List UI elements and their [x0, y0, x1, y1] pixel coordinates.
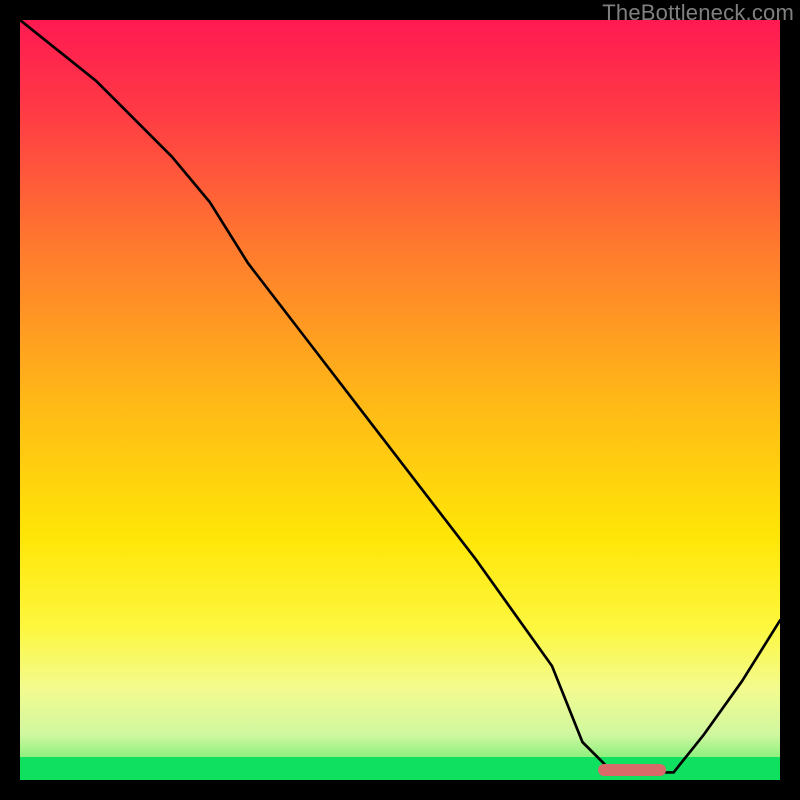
chart-frame: TheBottleneck.com [0, 0, 800, 800]
watermark-text: TheBottleneck.com [602, 0, 794, 26]
heat-gradient [20, 20, 780, 780]
optimal-marker [598, 764, 666, 776]
plot-area [20, 20, 780, 780]
optimal-band [20, 757, 780, 780]
